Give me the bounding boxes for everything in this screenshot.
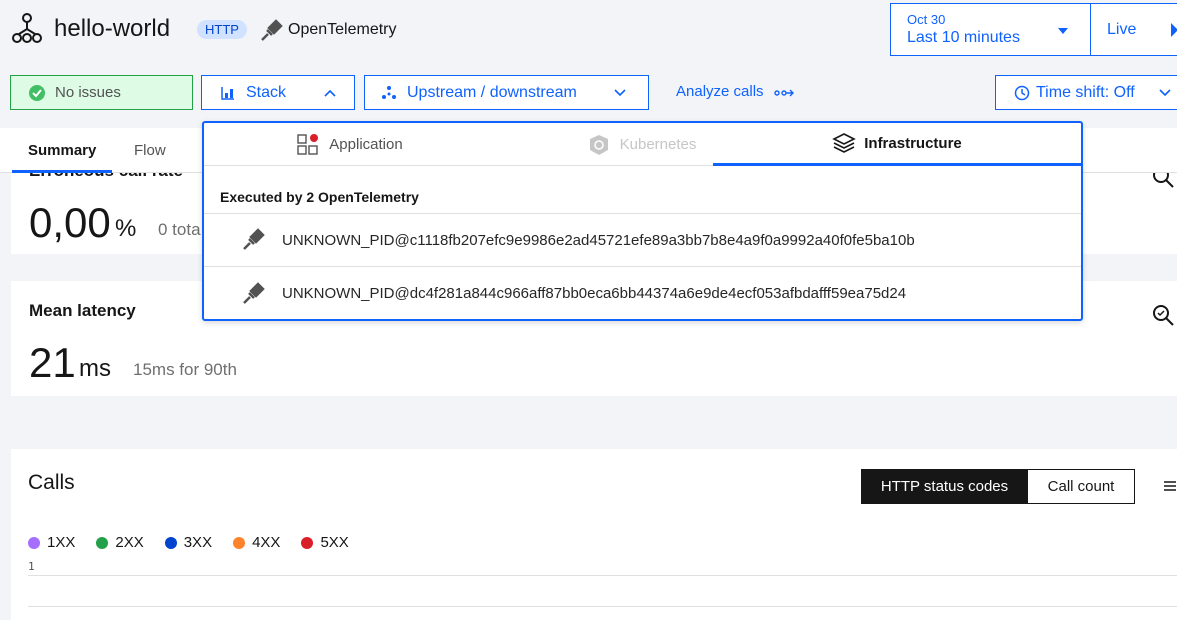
legend-label-1xx: 1XX — [47, 534, 76, 551]
status-label: No issues — [55, 84, 121, 101]
latency-unit: ms — [79, 355, 111, 382]
stack-label: Stack — [246, 83, 287, 101]
legend-dot-1xx — [28, 536, 40, 549]
latency-label: Mean latency — [29, 301, 136, 320]
tab-kubernetes-label: Kubernetes — [619, 136, 697, 153]
network-icon — [382, 85, 396, 99]
clock-icon — [1014, 85, 1030, 100]
legend-dot-5xx — [301, 536, 314, 549]
analyze-calls-label: Analyze calls — [676, 83, 764, 100]
opentelemetry-icon — [261, 19, 283, 41]
http-status-codes-toggle[interactable]: HTTP status codes — [861, 469, 1028, 504]
chevron-down-icon — [614, 88, 626, 96]
service-icon — [12, 13, 42, 43]
dropdown-section-title: Executed by 2 OpenTelemetry — [220, 189, 419, 205]
opentelemetry-icon — [243, 281, 265, 304]
legend-dot-3xx — [164, 536, 177, 549]
process-id-label: UNKNOWN_PID@c1118fb207efc9e9986e2ad45721… — [282, 231, 915, 249]
time-date: Oct 30 — [907, 12, 946, 27]
list-item[interactable]: UNKNOWN_PID@dc4f281a844c966aff87bb0eca6b… — [204, 267, 1081, 320]
list-icon[interactable] — [1163, 479, 1177, 493]
zoom-icon[interactable] — [1151, 173, 1175, 189]
tab-summary[interactable]: Summary — [12, 128, 112, 173]
page-header: hello-world HTTP OpenTelemetry Oct 30 La… — [0, 0, 1177, 128]
play-icon — [1171, 23, 1177, 37]
upstream-downstream-button[interactable]: Upstream / downstream — [364, 75, 649, 110]
latency-sub: 15ms for 90th — [133, 360, 237, 379]
analyze-arrow-icon — [773, 89, 794, 96]
legend-label-3xx: 3XX — [183, 534, 213, 551]
tab-infrastructure-label: Infrastructure — [864, 134, 962, 152]
legend-dot-2xx — [96, 536, 109, 549]
tab-flow[interactable]: Flow — [118, 128, 188, 173]
erroneous-sub: 0 tota — [158, 220, 201, 239]
erroneous-label: Erroneous call rate — [29, 173, 183, 181]
time-shift-button[interactable]: Time shift: Off — [995, 75, 1177, 110]
latency-value: 21 — [29, 339, 76, 386]
grid-line — [28, 575, 1177, 576]
analyze-calls-link[interactable]: Analyze calls — [676, 83, 794, 100]
check-circle-icon — [29, 84, 45, 101]
y-axis-tick: 1 — [28, 560, 35, 573]
caret-down-icon — [1058, 28, 1068, 34]
stack-button[interactable]: Stack — [201, 75, 355, 110]
calls-legend: 1XX 2XX 3XX 4XX 5XX — [28, 534, 349, 551]
live-label: Live — [1107, 21, 1137, 38]
kubernetes-icon — [589, 134, 608, 155]
list-item[interactable]: UNKNOWN_PID@c1118fb207efc9e9986e2ad45721… — [204, 214, 1081, 267]
legend-label-4xx: 4XX — [252, 534, 281, 551]
chevron-down-icon — [1159, 88, 1171, 96]
time-shift-label: Time shift: Off — [1036, 83, 1135, 101]
layers-icon — [832, 133, 857, 153]
tab-application[interactable]: Application — [204, 123, 496, 166]
legend-dot-4xx — [233, 536, 246, 549]
status-indicator[interactable]: No issues — [10, 75, 193, 110]
service-title: hello-world — [54, 15, 171, 42]
tab-infrastructure[interactable]: Infrastructure — [713, 123, 1081, 166]
chevron-up-icon — [324, 89, 336, 97]
erroneous-value: 0,00 — [29, 199, 111, 246]
erroneous-unit: % — [115, 215, 137, 242]
live-button[interactable]: Live — [1090, 3, 1177, 56]
tab-summary-label: Summary — [28, 142, 97, 159]
stack-dropdown: Application Kubernetes Infrastructure Ex… — [202, 121, 1083, 321]
calls-tile: Calls HTTP status codes Call count 1XX 2… — [11, 449, 1177, 620]
application-icon — [297, 133, 319, 155]
protocol-badge: HTTP — [197, 20, 247, 39]
tab-flow-label: Flow — [134, 142, 166, 159]
upstream-downstream-label: Upstream / downstream — [407, 83, 577, 101]
zoom-icon[interactable] — [1151, 303, 1175, 327]
legend-label-2xx: 2XX — [115, 534, 144, 551]
grid-line — [28, 606, 1177, 607]
tab-application-label: Application — [329, 136, 403, 153]
time-range-label: Last 10 minutes — [907, 29, 1020, 46]
opentelemetry-icon — [243, 228, 265, 250]
call-count-toggle[interactable]: Call count — [1027, 469, 1135, 504]
stack-chart-icon — [221, 86, 234, 100]
process-id-label: UNKNOWN_PID@dc4f281a844c966aff87bb0eca6b… — [282, 285, 907, 302]
calls-title: Calls — [28, 471, 75, 494]
time-range-picker[interactable]: Oct 30 Last 10 minutes — [890, 3, 1091, 56]
legend-label-5xx: 5XX — [320, 534, 349, 551]
technology-label: OpenTelemetry — [288, 21, 397, 38]
dropdown-tabs: Application Kubernetes Infrastructure — [204, 123, 1081, 166]
